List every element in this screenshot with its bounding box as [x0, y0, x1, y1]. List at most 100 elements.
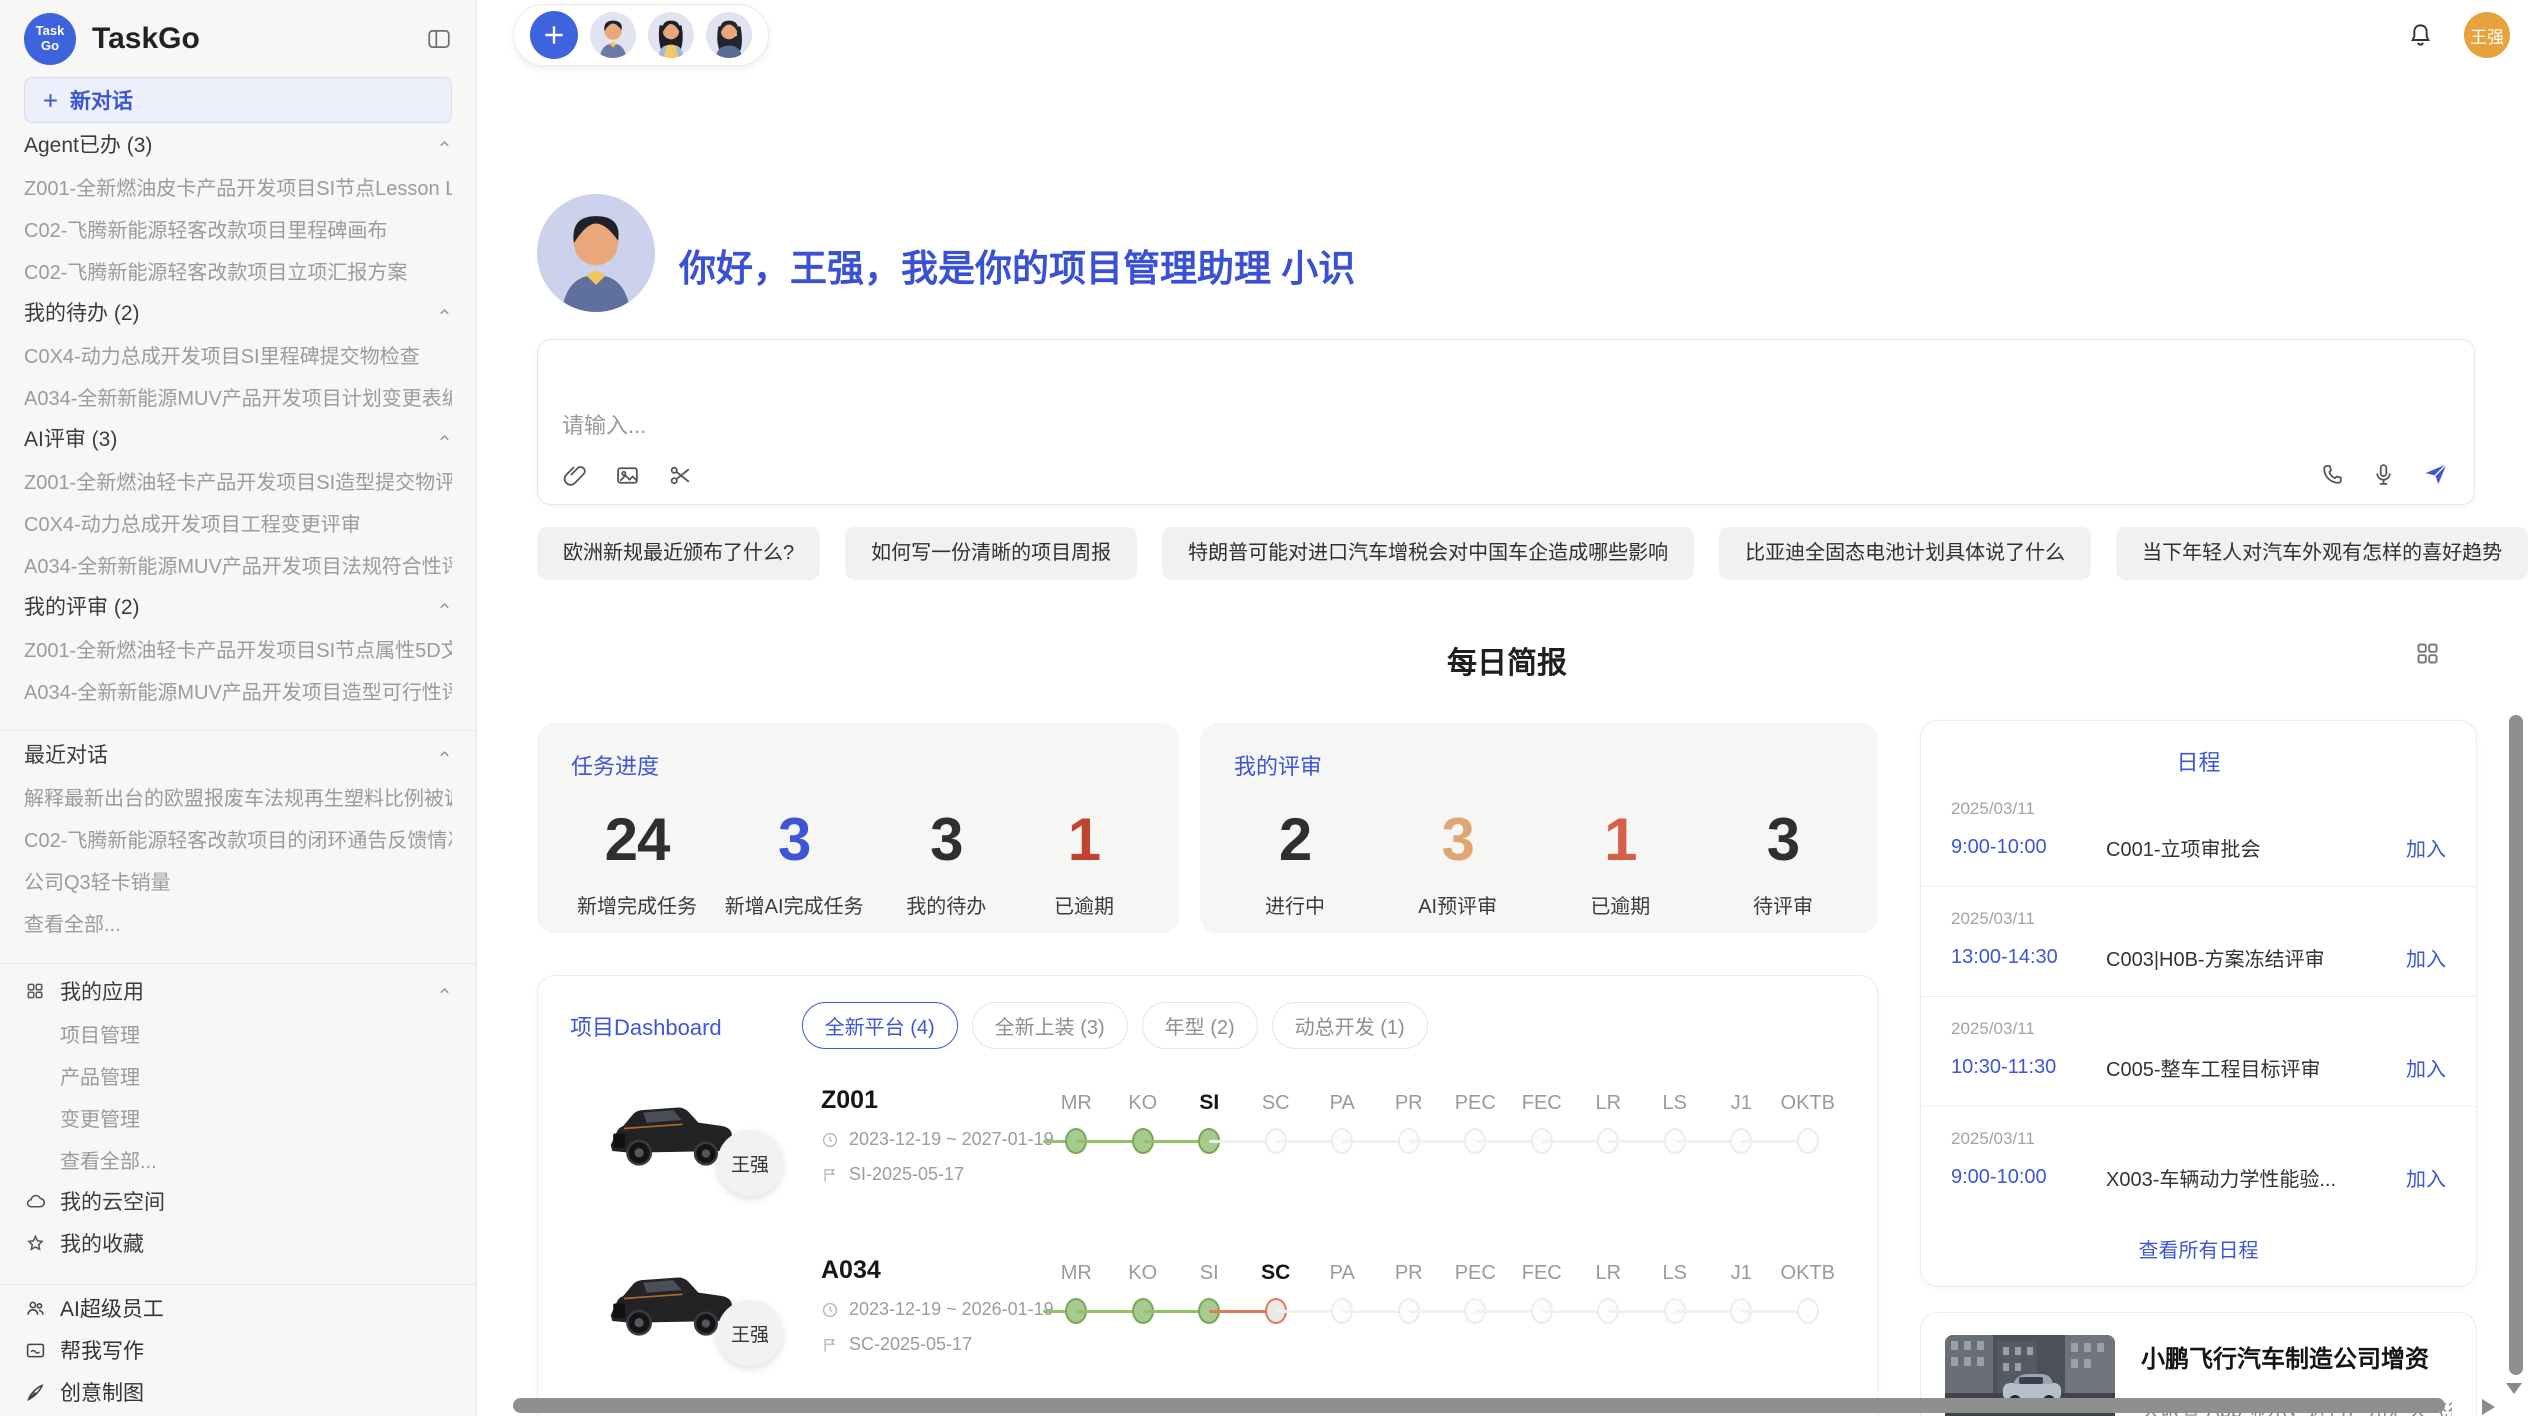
schedule-event-title: C005-整车工程目标评审: [2106, 1053, 2406, 1082]
daily-briefing-title: 每日简报: [1447, 647, 1567, 680]
join-link[interactable]: 加入: [2406, 833, 2446, 862]
pen-icon: [24, 1382, 46, 1403]
sidebar-item[interactable]: Z001-全新燃油轻卡产品开发项目SI造型提交物评审: [24, 459, 452, 501]
vertical-scrollbar-thumb[interactable]: [2509, 715, 2523, 1375]
schedule-event-title: C001-立项审批会: [2106, 833, 2406, 862]
scroll-right-arrow[interactable]: [2482, 1399, 2495, 1415]
notification-bell-icon[interactable]: [2407, 22, 2434, 49]
filter-pill[interactable]: 动总开发 (1): [1272, 1002, 1428, 1049]
task-progress-card: 任务进度 24新增完成任务 3新增AI完成任务 3我的待办 1已逾期: [537, 723, 1179, 934]
schedule-date: 2025/03/11: [1951, 799, 2446, 819]
logo-text-top: Task: [36, 24, 65, 39]
project-owner-badge: 王强: [717, 1130, 783, 1196]
dashboard-header: 项目Dashboard 全新平台 (4) 全新上装 (3) 年型 (2) 动总开…: [538, 976, 1877, 1066]
sidebar-item[interactable]: C0X4-动力总成开发项目SI里程碑提交物检查: [24, 333, 452, 375]
chevron-up-icon: [437, 599, 452, 614]
project-row[interactable]: 王强 Z001 2023-12-19 ~ 2027-01-19 SI-2025-…: [538, 1066, 1877, 1226]
sidebar-item[interactable]: C0X4-动力总成开发项目工程变更评审: [24, 501, 452, 543]
new-chat-label: 新对话: [70, 85, 133, 115]
join-link[interactable]: 加入: [2406, 943, 2446, 972]
join-link[interactable]: 加入: [2406, 1163, 2446, 1192]
project-dates: 2023-12-19 ~ 2026-01-19: [849, 1299, 1054, 1320]
app-item-view-all[interactable]: 查看全部...: [24, 1138, 452, 1180]
scroll-down-arrow[interactable]: [2506, 1383, 2522, 1394]
section-header-agent-done[interactable]: Agent已办 (3): [24, 123, 452, 165]
app-item-product-mgmt[interactable]: 产品管理: [24, 1054, 452, 1096]
main-area: 王强 你好，王强，我是你的项目管理助理 小识 请输入... 欧洲新规最近颁布了什…: [477, 0, 2532, 1416]
chat-composer[interactable]: 请输入...: [537, 339, 2475, 505]
apps-grid-icon: [24, 981, 46, 1001]
layout-grid-icon[interactable]: [2414, 640, 2441, 675]
suggestion-chip[interactable]: 如何写一份清晰的项目周报: [845, 527, 1137, 580]
recent-chat-item[interactable]: 公司Q3轻卡销量: [24, 859, 452, 901]
suggestion-chip[interactable]: 欧洲新规最近颁布了什么?: [537, 527, 820, 580]
chevron-up-icon: [437, 137, 452, 152]
schedule-time: 13:00-14:30: [1951, 946, 2106, 969]
contact-avatar[interactable]: [590, 12, 636, 58]
assistant-avatar: [537, 194, 655, 312]
view-all-schedule-link[interactable]: 查看所有日程: [1921, 1234, 2476, 1263]
stat: 3新增AI完成任务: [725, 805, 864, 919]
sidebar-item-creative-draw[interactable]: 创意制图: [24, 1371, 452, 1413]
divider: [0, 963, 476, 964]
flag-icon: [821, 1336, 839, 1354]
user-avatar[interactable]: 王强: [2464, 12, 2510, 58]
scissors-icon[interactable]: [668, 463, 693, 488]
section-header-recent-chats[interactable]: 最近对话: [24, 733, 452, 775]
schedule-item: 2025/03/11 13:00-14:30 C003|H0B-方案冻结评审 加…: [1921, 886, 2476, 996]
suggestion-chip[interactable]: 比亚迪全固态电池计划具体说了什么: [1719, 527, 2091, 580]
filter-pill[interactable]: 全新上装 (3): [972, 1002, 1128, 1049]
sidebar-item-ai-super-staff[interactable]: AI超级员工: [24, 1287, 452, 1329]
horizontal-scrollbar-thumb[interactable]: [513, 1398, 2445, 1413]
sidebar-item[interactable]: Z001-全新燃油轻卡产品开发项目SI节点属性5D文件评审: [24, 627, 452, 669]
plus-icon: [541, 22, 567, 48]
section-header-my-todo[interactable]: 我的待办 (2): [24, 291, 452, 333]
suggestion-chip[interactable]: 特朗普可能对进口汽车增税会对中国车企造成哪些影响: [1162, 527, 1694, 580]
image-icon[interactable]: [615, 463, 640, 488]
sidebar-item-my-favorites[interactable]: 我的收藏: [24, 1222, 452, 1264]
chevron-up-icon: [437, 747, 452, 762]
join-link[interactable]: 加入: [2406, 1053, 2446, 1082]
filter-pill[interactable]: 全新平台 (4): [802, 1002, 958, 1049]
schedule-item: 2025/03/11 9:00-10:00 C001-立项审批会 加入: [1921, 777, 2476, 886]
suggestion-chip[interactable]: 当下年轻人对汽车外观有怎样的喜好趋势: [2116, 527, 2528, 580]
filter-pill[interactable]: 年型 (2): [1142, 1002, 1258, 1049]
stat: 1已逾期: [1029, 805, 1139, 919]
stat: 2进行中: [1240, 805, 1350, 919]
contact-avatar[interactable]: [706, 12, 752, 58]
attachment-icon[interactable]: [562, 463, 587, 488]
project-code: Z001: [821, 1086, 1054, 1115]
stat: 3AI预评审: [1403, 805, 1513, 919]
recent-chat-item[interactable]: C02-飞腾新能源轻客改款项目的闭环通告反馈情况: [24, 817, 452, 859]
add-contact-button[interactable]: [530, 11, 578, 59]
contact-avatar[interactable]: [648, 12, 694, 58]
project-info: Z001 2023-12-19 ~ 2027-01-19 SI-2025-05-…: [821, 1086, 1054, 1185]
sidebar-item[interactable]: A034-全新新能源MUV产品开发项目造型可行性评审: [24, 669, 452, 711]
sidebar-item[interactable]: A034-全新新能源MUV产品开发项目法规符合性评审: [24, 543, 452, 585]
suggestion-chips: 欧洲新规最近颁布了什么? 如何写一份清晰的项目周报 特朗普可能对进口汽车增税会对…: [537, 527, 2528, 580]
new-chat-button[interactable]: 新对话: [24, 77, 452, 123]
sidebar-item-my-apps[interactable]: 我的应用: [24, 970, 452, 1012]
card-title: 任务进度: [571, 749, 1145, 781]
sidebar-item-help-me-write[interactable]: 帮我写作: [24, 1329, 452, 1371]
section-header-my-review[interactable]: 我的评审 (2): [24, 585, 452, 627]
mic-icon[interactable]: [2371, 462, 2396, 487]
sidebar-item[interactable]: A034-全新新能源MUV产品开发项目计划变更表编写: [24, 375, 452, 417]
app-item-project-mgmt[interactable]: 项目管理: [24, 1012, 452, 1054]
milestone-track: MRKOSISCPAPRPECFECLRLSJ1OKTB: [1043, 1088, 1843, 1157]
schedule-title: 日程: [1921, 721, 2476, 777]
sidebar-item[interactable]: Z001-全新燃油皮卡产品开发项目SI节点Lesson Learn报告: [24, 165, 452, 207]
sidebar-item-my-cloud[interactable]: 我的云空间: [24, 1180, 452, 1222]
sidebar-collapse-icon[interactable]: [426, 26, 452, 52]
sidebar-item[interactable]: C02-飞腾新能源轻客改款项目里程碑画布: [24, 207, 452, 249]
phone-icon[interactable]: [2320, 462, 2345, 487]
schedule-card: 日程 2025/03/11 9:00-10:00 C001-立项审批会 加入 2…: [1920, 720, 2477, 1287]
recent-chat-item-view-all[interactable]: 查看全部...: [24, 901, 452, 943]
section-header-ai-review[interactable]: AI评审 (3): [24, 417, 452, 459]
sidebar-item[interactable]: C02-飞腾新能源轻客改款项目立项汇报方案: [24, 249, 452, 291]
send-icon[interactable]: [2422, 460, 2450, 488]
app-item-change-mgmt[interactable]: 变更管理: [24, 1096, 452, 1138]
recent-chat-item[interactable]: 解释最新出台的欧盟报废车法规再生塑料比例被调至15%...: [24, 775, 452, 817]
project-row[interactable]: 王强 A034 2023-12-19 ~ 2026-01-19 SC-2025-…: [538, 1236, 1877, 1396]
project-dates: 2023-12-19 ~ 2027-01-19: [849, 1129, 1054, 1150]
